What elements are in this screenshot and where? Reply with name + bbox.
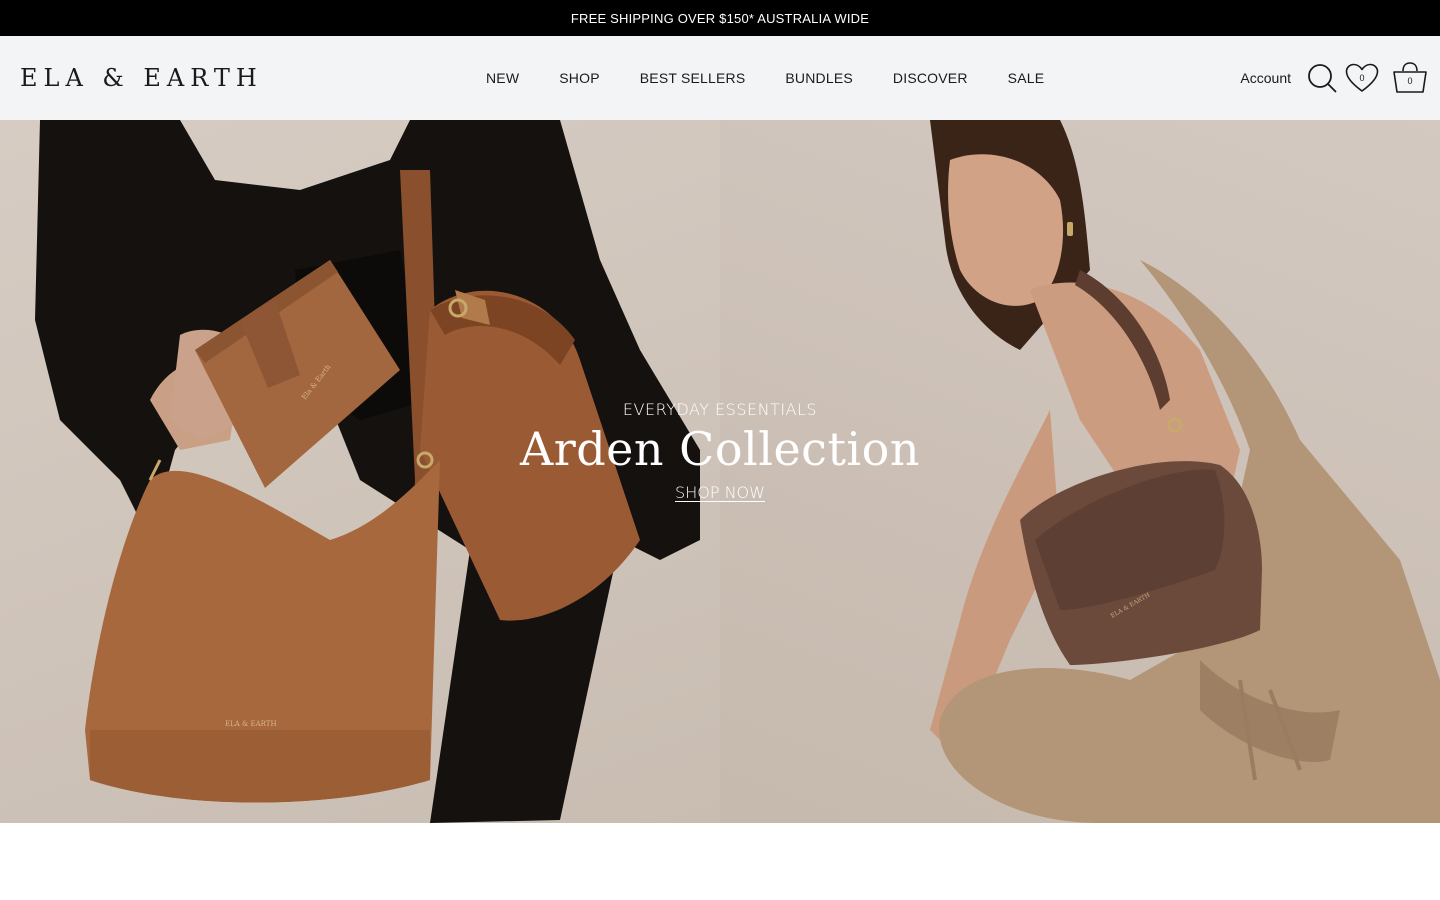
nav-item-new[interactable]: NEW <box>466 36 539 120</box>
site-header: ELA & EARTH NEW SHOP BEST SELLERS BUNDLE… <box>0 36 1440 120</box>
nav-item-discover[interactable]: DISCOVER <box>873 36 988 120</box>
brand-logo[interactable]: ELA & EARTH <box>20 63 263 93</box>
nav-item-bundles[interactable]: BUNDLES <box>765 36 873 120</box>
main-nav: NEW SHOP BEST SELLERS BUNDLES DISCOVER S… <box>466 36 1064 120</box>
hero-title: Arden Collection <box>520 421 920 476</box>
nav-item-shop[interactable]: SHOP <box>539 36 619 120</box>
shop-now-link[interactable]: SHOP NOW <box>675 483 765 502</box>
cart-count: 0 <box>1407 76 1413 86</box>
hero-eyebrow: EVERYDAY ESSENTIALS <box>622 399 818 419</box>
announcement-bar: FREE SHIPPING OVER $150* AUSTRALIA WIDE <box>0 0 1440 36</box>
hero-banner[interactable]: Ela & Earth ELA & EARTH ELA & EARTH EVER… <box>0 120 1440 823</box>
search-icon <box>1308 64 1337 93</box>
wishlist-count: 0 <box>1359 73 1365 83</box>
page-content-below-hero <box>0 823 1440 900</box>
account-link[interactable]: Account <box>1240 70 1291 86</box>
cart-button[interactable]: 0 <box>1392 61 1428 95</box>
nav-item-sale[interactable]: SALE <box>988 36 1065 120</box>
hero-content: EVERYDAY ESSENTIALS Arden Collection SHO… <box>0 120 1440 823</box>
search-button[interactable] <box>1307 63 1337 93</box>
header-utilities: Account 0 0 <box>1240 36 1428 120</box>
wishlist-button[interactable]: 0 <box>1345 63 1379 93</box>
announcement-text: FREE SHIPPING OVER $150* AUSTRALIA WIDE <box>570 10 870 26</box>
nav-item-best-sellers[interactable]: BEST SELLERS <box>620 36 766 120</box>
